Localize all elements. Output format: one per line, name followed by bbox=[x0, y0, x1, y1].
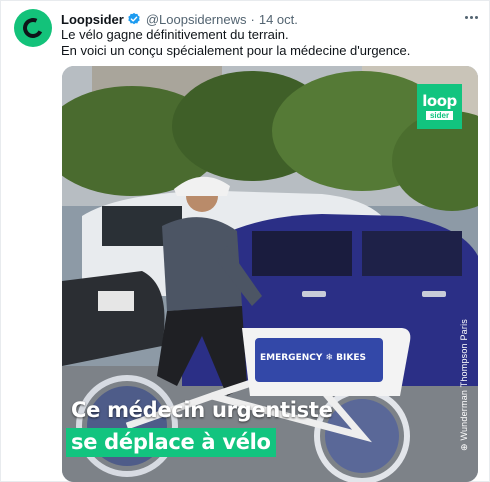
handle[interactable]: @Loopsidernews bbox=[146, 12, 247, 27]
loopsider-logo-icon bbox=[20, 15, 46, 41]
tweet-text-line: En voici un conçu spécialement pour la m… bbox=[61, 43, 411, 58]
timestamp-link[interactable]: 14 oct. bbox=[259, 12, 298, 27]
display-name[interactable]: Loopsider bbox=[61, 12, 124, 27]
separator-dot: · bbox=[250, 11, 255, 27]
tweet-text-line: Le vélo gagne définitivement du terrain. bbox=[61, 27, 289, 42]
credit-watermark: ⊕ Wunderman Thompson Paris bbox=[459, 319, 471, 452]
logo-text-bottom: sider bbox=[425, 110, 454, 120]
tweet-text: Le vélo gagne définitivement du terrain.… bbox=[61, 27, 410, 59]
credit-text: ⊕ Wunderman Thompson Paris bbox=[459, 319, 469, 451]
more-horizontal-icon[interactable] bbox=[461, 10, 481, 24]
video-caption-line-2: se déplace à vélo bbox=[66, 428, 276, 457]
verified-badge-icon bbox=[128, 12, 140, 25]
logo-text-top: loop bbox=[422, 91, 457, 110]
avatar[interactable] bbox=[14, 9, 52, 47]
tweet-header: Loopsider @Loopsidernews · 14 oct. bbox=[61, 10, 298, 28]
video-caption-line-1: Ce médecin urgentiste bbox=[71, 398, 333, 422]
loopsider-watermark-logo: loop sider bbox=[417, 84, 462, 129]
tweet-card[interactable]: Loopsider @Loopsidernews · 14 oct. Le vé… bbox=[0, 0, 490, 482]
video-thumbnail[interactable]: EMERGENCY ❄ BIKES loop sider ⊕ Wunderman… bbox=[62, 66, 478, 482]
basket-label: EMERGENCY ❄ BIKES bbox=[260, 353, 366, 363]
